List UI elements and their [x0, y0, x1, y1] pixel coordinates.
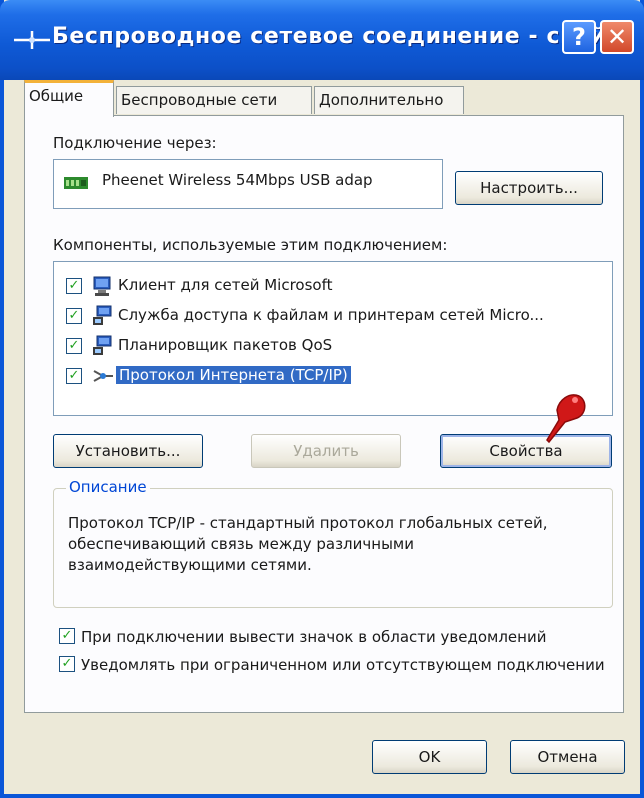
components-label: Компоненты, используемые этим подключени…	[53, 236, 448, 254]
uninstall-button-label: Удалить	[293, 442, 359, 460]
properties-dialog: Беспроводное сетевое соединение - свой..…	[0, 0, 644, 798]
list-item[interactable]: ✓ Служба доступа к файлам и принтерам се…	[54, 304, 612, 328]
component-checkbox[interactable]: ✓	[66, 338, 82, 354]
adapter-field: Pheenet Wireless 54Mbps USB adap	[53, 159, 443, 209]
notify-checkbox[interactable]: ✓	[59, 656, 75, 672]
tab-wireless-networks[interactable]: Беспроводные сети	[116, 86, 312, 114]
general-tab-panel: Подключение через: Pheenet Wireless 54Mb…	[24, 115, 624, 713]
uninstall-button[interactable]: Удалить	[251, 434, 401, 468]
components-list[interactable]: ✓ Клиент для сетей Microsoft ✓ Служба до…	[53, 261, 613, 416]
configure-button-label: Настроить...	[480, 179, 578, 197]
configure-button[interactable]: Настроить...	[455, 171, 603, 205]
tab-general[interactable]: Общие	[24, 80, 114, 117]
close-button[interactable]: ✕	[600, 20, 634, 54]
component-label: Служба доступа к файлам и принтерам сете…	[118, 306, 544, 324]
pointer-icon	[546, 394, 586, 444]
show-icon-checkbox[interactable]: ✓	[59, 628, 75, 644]
wireless-connection-icon	[14, 31, 50, 49]
tab-advanced[interactable]: Дополнительно	[314, 86, 464, 114]
install-button-label: Установить...	[75, 442, 181, 460]
list-item[interactable]: ✓ Протокол Интернета (TCP/IP)	[54, 364, 612, 388]
network-service-icon	[93, 335, 112, 355]
network-client-icon	[93, 276, 111, 296]
help-button[interactable]: ?	[562, 20, 596, 54]
ok-button-label: OK	[418, 748, 441, 766]
description-group: Описание Протокол TCP/IP - стандартный п…	[53, 478, 613, 608]
component-checkbox[interactable]: ✓	[66, 278, 82, 294]
connect-via-label: Подключение через:	[53, 134, 217, 152]
component-checkbox[interactable]: ✓	[66, 368, 82, 384]
window-title: Беспроводное сетевое соединение - свой..…	[52, 24, 634, 49]
network-protocol-icon	[93, 370, 113, 382]
cancel-button[interactable]: Отмена	[510, 740, 625, 774]
component-label: Клиент для сетей Microsoft	[118, 276, 333, 294]
install-button[interactable]: Установить...	[53, 434, 203, 468]
description-title: Описание	[66, 478, 150, 496]
cancel-button-label: Отмена	[537, 748, 598, 766]
list-item[interactable]: ✓ Планировщик пакетов QoS	[54, 334, 612, 358]
notify-label: Уведомлять при ограниченном или отсутств…	[81, 656, 605, 674]
network-adapter-icon	[64, 177, 88, 189]
network-service-icon	[93, 305, 112, 325]
description-text: Протокол TCP/IP - стандартный протокол г…	[68, 514, 548, 574]
component-label-selected: Протокол Интернета (TCP/IP)	[116, 366, 351, 384]
adapter-name: Pheenet Wireless 54Mbps USB adap	[102, 171, 373, 189]
list-item[interactable]: ✓ Клиент для сетей Microsoft	[54, 274, 612, 298]
title-bar[interactable]: Беспроводное сетевое соединение - свой..…	[0, 0, 644, 80]
ok-button[interactable]: OK	[372, 740, 487, 774]
component-label: Планировщик пакетов QoS	[118, 336, 333, 354]
component-checkbox[interactable]: ✓	[66, 308, 82, 324]
show-icon-label: При подключении вывести значок в области…	[81, 628, 547, 646]
